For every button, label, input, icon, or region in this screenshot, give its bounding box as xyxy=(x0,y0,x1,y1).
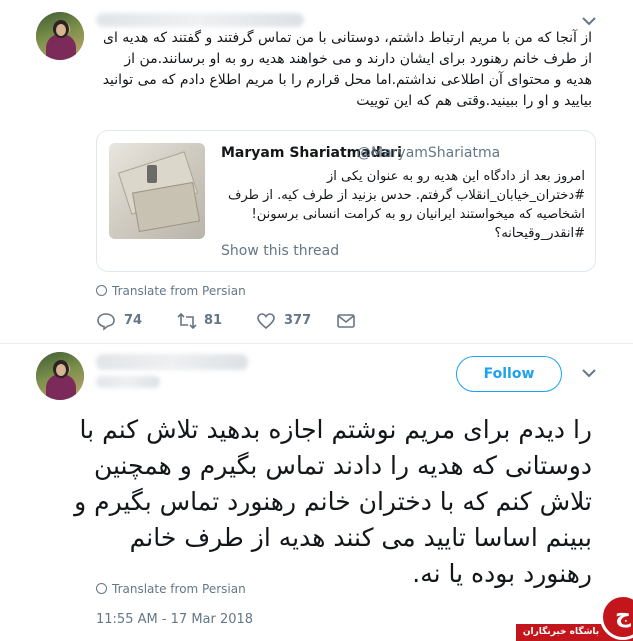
tweet-text: از آنجا که من با مریم ارتباط داشتم، دوست… xyxy=(102,30,592,109)
retweet-icon xyxy=(177,312,197,330)
watermark-badge: باشگاه خبرنگاران ج xyxy=(516,588,633,641)
quoted-tweet-image[interactable] xyxy=(109,143,205,239)
translate-link[interactable]: Translate from Persian xyxy=(96,582,246,596)
show-thread-link[interactable]: Show this thread xyxy=(221,243,339,259)
translate-label: Translate from Persian xyxy=(112,284,246,298)
dm-icon xyxy=(337,314,355,328)
quoted-author-handle[interactable]: @MaryamShariatma xyxy=(357,145,500,161)
like-count: 377 xyxy=(284,313,312,328)
like-icon xyxy=(257,313,275,330)
tweet-1: از آنجا که من با مریم ارتباط داشتم، دوست… xyxy=(0,0,633,344)
chevron-down-icon[interactable] xyxy=(580,364,598,382)
tweet-text: را دیدم برای مریم نوشتم اجازه بدهید تلاش… xyxy=(74,415,592,588)
author-handle-blurred[interactable] xyxy=(96,376,160,388)
globe-icon xyxy=(96,285,107,296)
translate-label: Translate from Persian xyxy=(112,582,246,596)
tweet-actions: 74 81 377 xyxy=(96,310,396,332)
reply-icon xyxy=(97,313,115,331)
tweet-timestamp[interactable]: 11:55 AM - 17 Mar 2018 xyxy=(96,612,253,627)
translate-link[interactable]: Translate from Persian xyxy=(96,284,246,298)
quoted-tweet[interactable]: Maryam Shariatmadari @MaryamShariatma ام… xyxy=(96,130,596,272)
follow-button[interactable]: Follow xyxy=(456,356,562,392)
author-name-blurred[interactable] xyxy=(96,354,248,370)
retweet-count: 81 xyxy=(204,313,223,328)
watermark-label: باشگاه خبرنگاران xyxy=(522,627,600,637)
quoted-tweet-text: امروز بعد از دادگاه این هدیه رو به عنوان… xyxy=(227,169,585,241)
avatar[interactable] xyxy=(36,352,84,400)
globe-icon xyxy=(96,583,107,594)
avatar[interactable] xyxy=(36,12,84,60)
author-name-blurred[interactable] xyxy=(96,13,304,27)
reply-count: 74 xyxy=(124,313,143,328)
